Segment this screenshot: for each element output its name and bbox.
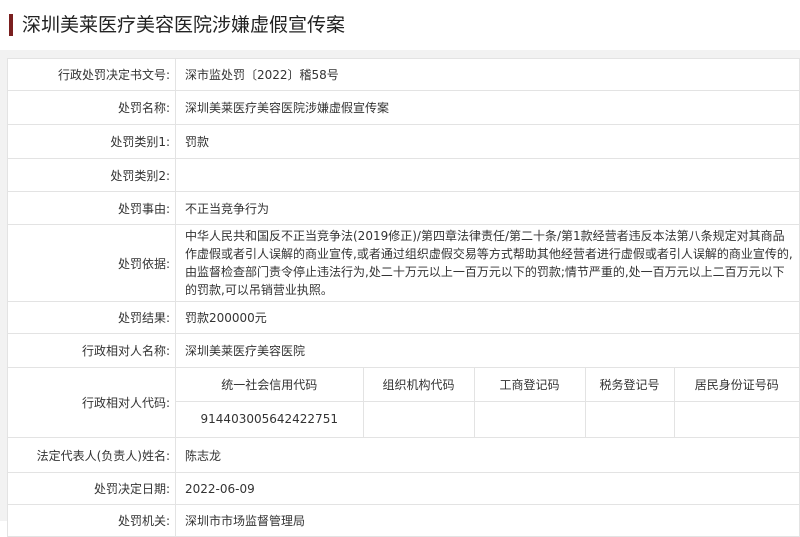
field-value: 不正当竞争行为 (175, 191, 800, 225)
row-counterparty-code: 行政相对人代码: 统一社会信用代码 组织机构代码 工商登记码 税务登记号 居民身… (7, 367, 800, 438)
row-penalty-basis: 处罚依据: 中华人民共和国反不正当竞争法(2019修正)/第四章法律责任/第二十… (7, 224, 800, 302)
row-penalty-name: 处罚名称: 深圳美莱医疗美容医院涉嫌虚假宣传案 (7, 90, 800, 125)
counterparty-code-subtable: 统一社会信用代码 组织机构代码 工商登记码 税务登记号 居民身份证号码 9144… (176, 368, 799, 437)
code-header-credit-code: 统一社会信用代码 (176, 368, 364, 402)
row-decision-number: 行政处罚决定书文号: 深市监处罚〔2022〕稽58号 (7, 58, 800, 91)
row-penalty-category-1: 处罚类别1: 罚款 (7, 124, 800, 159)
code-value-id-number (674, 401, 799, 437)
code-header-org-code: 组织机构代码 (363, 368, 475, 402)
field-value: 深圳美莱医疗美容医院 (175, 333, 800, 368)
code-header-row: 统一社会信用代码 组织机构代码 工商登记码 税务登记号 居民身份证号码 (176, 368, 799, 402)
field-value: 深市监处罚〔2022〕稽58号 (175, 58, 800, 91)
field-value: 中华人民共和国反不正当竞争法(2019修正)/第四章法律责任/第二十条/第1款经… (175, 224, 800, 302)
field-label: 法定代表人(负责人)姓名: (7, 437, 176, 473)
field-label: 处罚结果: (7, 301, 176, 334)
code-header-business-reg: 工商登记码 (474, 368, 586, 402)
field-label: 行政相对人名称: (7, 333, 176, 368)
code-header-tax-reg: 税务登记号 (585, 368, 675, 402)
row-decision-date: 处罚决定日期: 2022-06-09 (7, 472, 800, 505)
field-value: 罚款 (175, 124, 800, 159)
code-subtable-cell: 统一社会信用代码 组织机构代码 工商登记码 税务登记号 居民身份证号码 9144… (175, 367, 800, 438)
page-title: 深圳美莱医疗美容医院涉嫌虚假宣传案 (22, 14, 346, 36)
field-label: 处罚类别2: (7, 158, 176, 192)
code-value-org-code (363, 401, 475, 437)
field-label: 处罚事由: (7, 191, 176, 225)
detail-panel: 行政处罚决定书文号: 深市监处罚〔2022〕稽58号 处罚名称: 深圳美莱医疗美… (0, 50, 800, 537)
field-label: 行政相对人代码: (7, 367, 176, 438)
field-label: 处罚决定日期: (7, 472, 176, 505)
code-value-business-reg (474, 401, 586, 437)
field-value: 陈志龙 (175, 437, 800, 473)
penalty-info-table: 行政处罚决定书文号: 深市监处罚〔2022〕稽58号 处罚名称: 深圳美莱医疗美… (7, 58, 800, 537)
field-value: 2022-06-09 (175, 472, 800, 505)
field-label: 处罚依据: (7, 224, 176, 302)
row-penalty-result: 处罚结果: 罚款200000元 (7, 301, 800, 334)
field-value (175, 158, 800, 192)
code-header-id-number: 居民身份证号码 (674, 368, 799, 402)
row-counterparty-name: 行政相对人名称: 深圳美莱医疗美容医院 (7, 333, 800, 368)
field-label: 处罚名称: (7, 90, 176, 125)
page-header: 深圳美莱医疗美容医院涉嫌虚假宣传案 (0, 0, 800, 50)
row-penalty-category-2: 处罚类别2: (7, 158, 800, 192)
row-legal-representative: 法定代表人(负责人)姓名: 陈志龙 (7, 437, 800, 473)
code-value-row: 914403005642422751 (176, 401, 799, 437)
code-value-credit-code: 914403005642422751 (176, 401, 364, 437)
field-value: 深圳美莱医疗美容医院涉嫌虚假宣传案 (175, 90, 800, 125)
title-accent-bar (9, 14, 13, 36)
field-label: 处罚类别1: (7, 124, 176, 159)
code-value-tax-reg (585, 401, 675, 437)
row-penalty-reason: 处罚事由: 不正当竞争行为 (7, 191, 800, 225)
field-label: 行政处罚决定书文号: (7, 58, 176, 91)
field-value: 罚款200000元 (175, 301, 800, 334)
